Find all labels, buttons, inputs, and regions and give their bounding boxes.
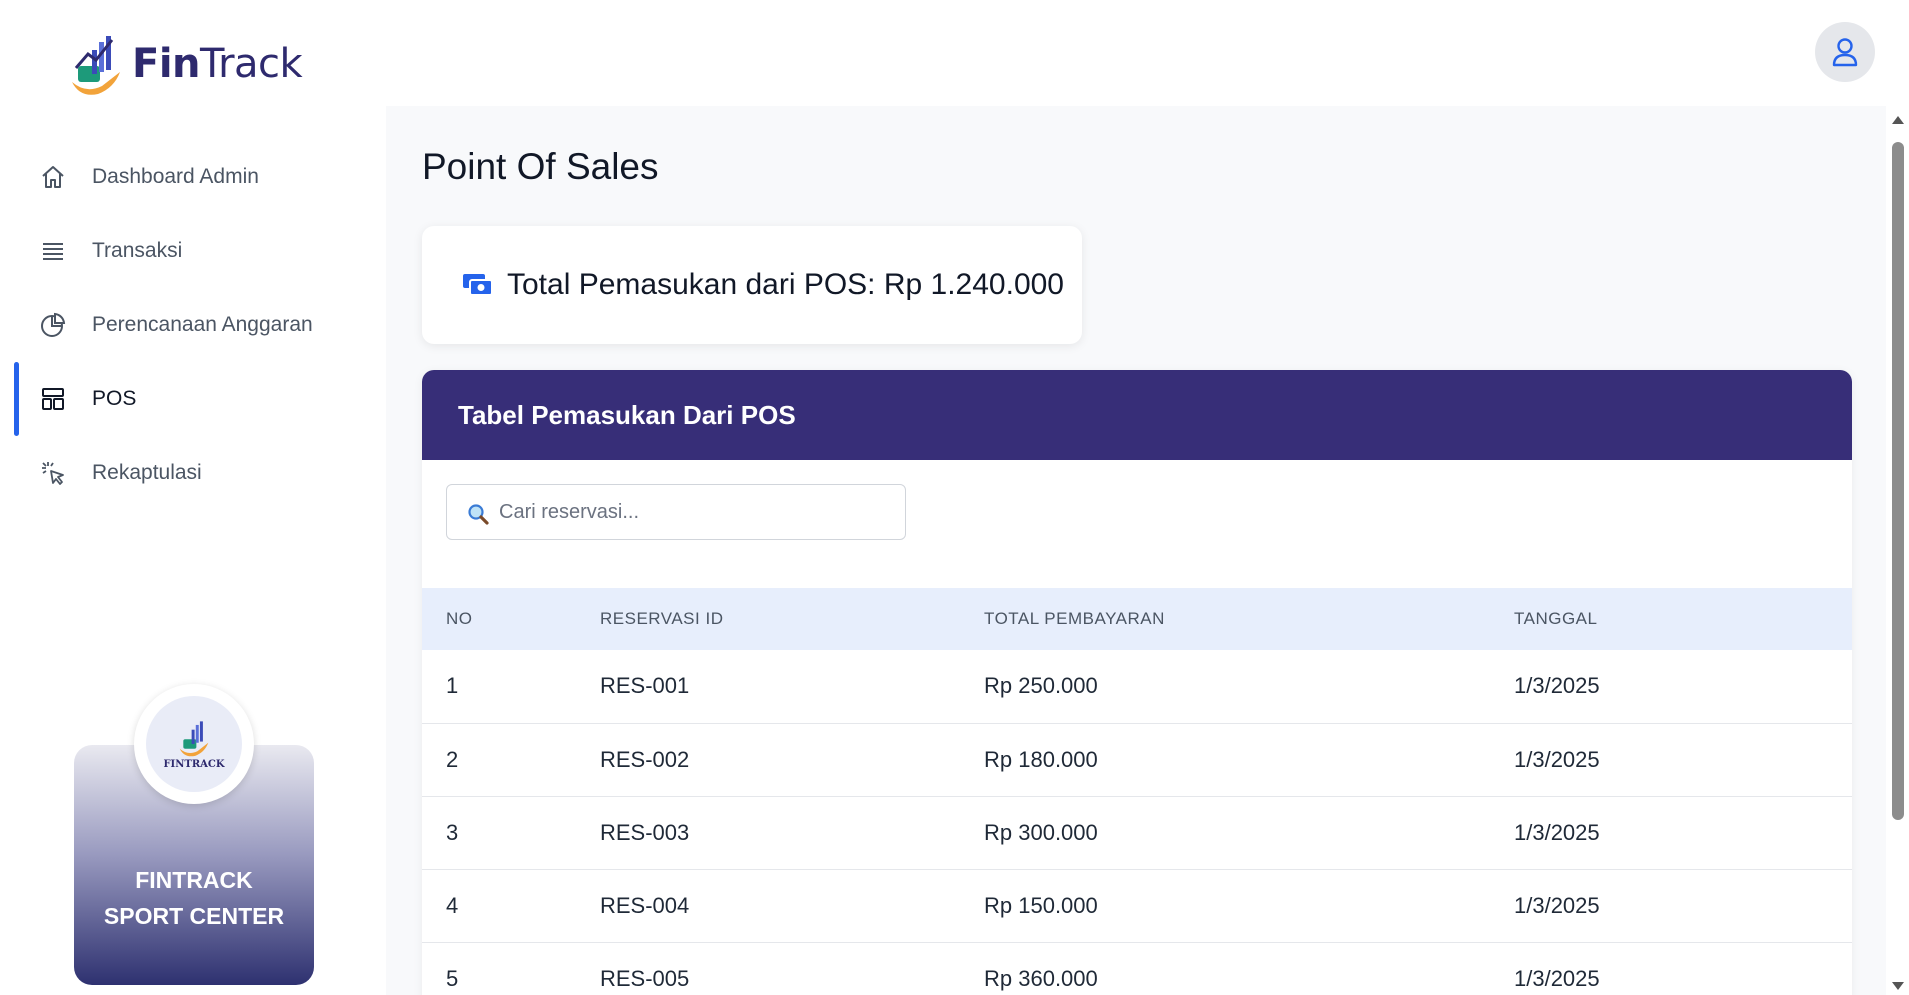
sidebar-item-rekaptulasi[interactable]: Rekaptulasi	[0, 436, 386, 510]
column-header-date[interactable]: TANGGAL	[1514, 588, 1852, 650]
user-avatar-button[interactable]	[1815, 22, 1875, 82]
cell-date: 1/3/2025	[1514, 869, 1852, 943]
layout-icon	[38, 384, 68, 414]
sidebar-item-pos[interactable]: POS	[0, 362, 386, 436]
list-icon	[38, 236, 68, 266]
cursor-click-icon	[38, 458, 68, 488]
cell-date: 1/3/2025	[1514, 650, 1852, 724]
sidebar-item-label: POS	[92, 387, 137, 410]
app-logo[interactable]: FinTrack	[68, 32, 303, 96]
scroll-down-arrow-icon[interactable]	[1892, 982, 1904, 990]
brand-name-line1: FINTRACK	[135, 867, 253, 893]
cell-reservation-id: RES-004	[600, 869, 984, 943]
scroll-up-arrow-icon[interactable]	[1892, 116, 1904, 124]
cell-no: 3	[422, 796, 600, 870]
search-icon	[468, 504, 489, 525]
sidebar: Dashboard Admin Transaksi Perencanaan An…	[0, 106, 386, 995]
cell-no: 5	[422, 942, 600, 995]
table-header-bar: Tabel Pemasukan Dari POS	[422, 370, 1852, 460]
brand-name-line2: SPORT CENTER	[103, 903, 285, 929]
page-title: Point Of Sales	[422, 146, 659, 187]
sidebar-item-dashboard-admin[interactable]: Dashboard Admin	[0, 140, 386, 214]
cell-reservation-id: RES-001	[600, 650, 984, 724]
sidebar-item-label: Perencanaan Anggaran	[92, 313, 313, 336]
money-icon	[463, 274, 493, 296]
sidebar-item-label: Rekaptulasi	[92, 461, 202, 484]
pos-income-table: NO RESERVASI ID TOTAL PEMBAYARAN TANGGAL…	[422, 588, 1852, 995]
page-scrollbar[interactable]	[1886, 106, 1909, 995]
cell-reservation-id: RES-005	[600, 942, 984, 995]
cell-date: 1/3/2025	[1514, 942, 1852, 995]
search-box[interactable]	[446, 484, 906, 540]
home-icon	[38, 162, 68, 192]
cell-reservation-id: RES-003	[600, 796, 984, 870]
table-row[interactable]: 3 RES-003 Rp 300.000 1/3/2025	[422, 796, 1852, 870]
table-header-row: NO RESERVASI ID TOTAL PEMBAYARAN TANGGAL	[422, 588, 1852, 650]
table-row[interactable]: 2 RES-002 Rp 180.000 1/3/2025	[422, 723, 1852, 797]
cell-no: 2	[422, 723, 600, 797]
app-name: FinTrack	[132, 41, 303, 87]
search-input[interactable]	[499, 495, 889, 529]
table-row[interactable]: 5 RES-005 Rp 360.000 1/3/2025	[422, 942, 1852, 995]
cell-total-payment: Rp 250.000	[984, 650, 1514, 724]
pie-chart-icon	[38, 310, 68, 340]
fintrack-logo-icon	[72, 36, 120, 95]
sidebar-item-label: Transaksi	[92, 239, 183, 262]
cell-date: 1/3/2025	[1514, 796, 1852, 870]
fintrack-logo-icon	[179, 720, 209, 756]
cell-reservation-id: RES-002	[600, 723, 984, 797]
cell-no: 1	[422, 650, 600, 724]
total-income-text: Total Pemasukan dari POS: Rp 1.240.000	[507, 268, 1064, 301]
cell-total-payment: Rp 180.000	[984, 723, 1514, 797]
cell-total-payment: Rp 360.000	[984, 942, 1514, 995]
cell-no: 4	[422, 869, 600, 943]
brand-badge-text: FINTRACK	[163, 758, 225, 770]
cell-total-payment: Rp 300.000	[984, 796, 1514, 870]
brand-name: FINTRACK SPORT CENTER	[74, 862, 314, 934]
table-title: Tabel Pemasukan Dari POS	[458, 400, 796, 430]
sidebar-item-perencanaan-anggaran[interactable]: Perencanaan Anggaran	[0, 288, 386, 362]
brand-badge: FINTRACK	[134, 684, 254, 804]
column-header-no[interactable]: NO	[422, 588, 600, 650]
column-header-total-payment[interactable]: TOTAL PEMBAYARAN	[984, 588, 1514, 650]
sidebar-item-label: Dashboard Admin	[92, 165, 259, 188]
scrollbar-thumb[interactable]	[1892, 142, 1904, 820]
user-icon	[1832, 38, 1858, 67]
column-header-reservation-id[interactable]: RESERVASI ID	[600, 588, 984, 650]
total-income-card: Total Pemasukan dari POS: Rp 1.240.000	[422, 226, 1082, 344]
sidebar-item-transaksi[interactable]: Transaksi	[0, 214, 386, 288]
brand-badge-inner: FINTRACK	[146, 696, 242, 792]
table-row[interactable]: 4 RES-004 Rp 150.000 1/3/2025	[422, 869, 1852, 943]
pos-income-table-card: Tabel Pemasukan Dari POS NO RESERVASI ID…	[422, 370, 1852, 995]
cell-total-payment: Rp 150.000	[984, 869, 1514, 943]
table-row[interactable]: 1 RES-001 Rp 250.000 1/3/2025	[422, 650, 1852, 724]
main-content: Point Of Sales Total Pemasukan dari POS:…	[386, 106, 1886, 995]
cell-date: 1/3/2025	[1514, 723, 1852, 797]
top-bar: FinTrack	[0, 0, 1909, 106]
